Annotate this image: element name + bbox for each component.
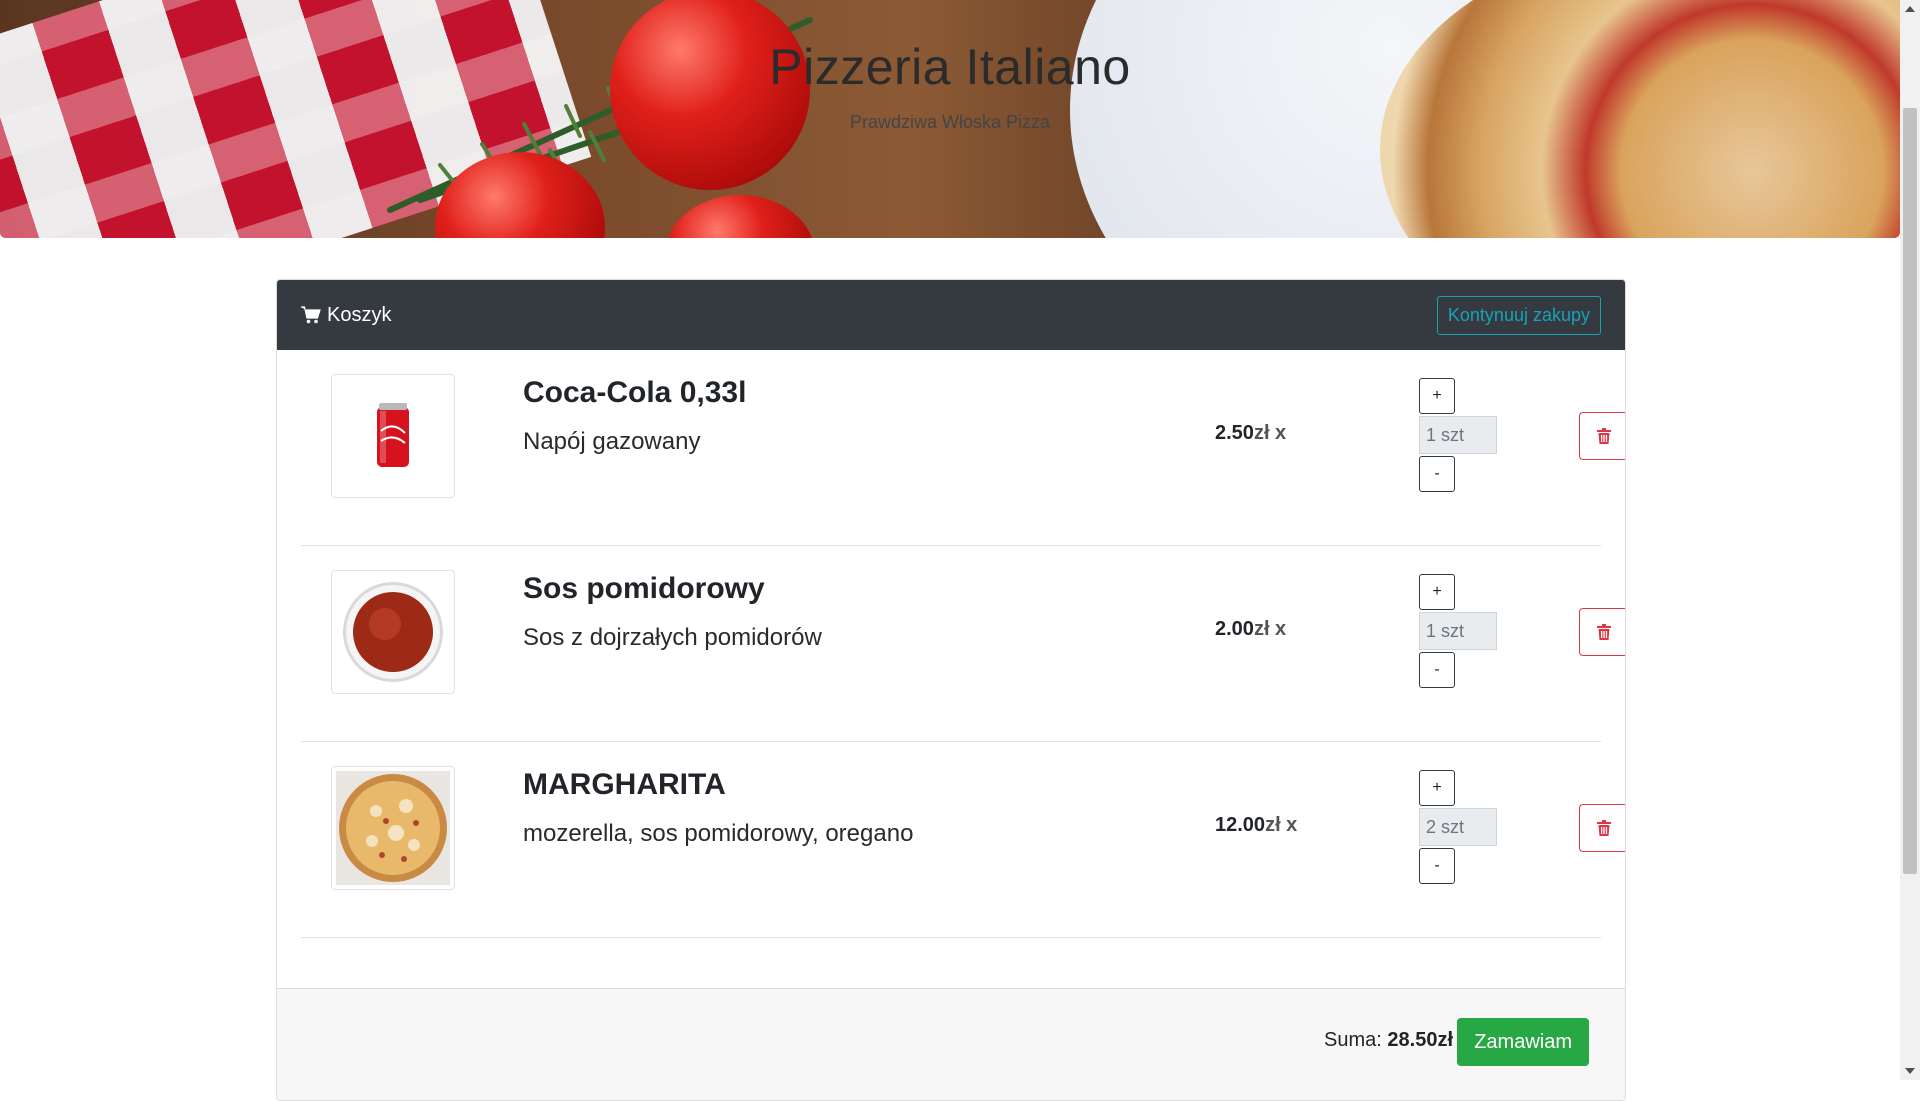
page-scrollbar[interactable] [1900, 0, 1920, 1080]
item-price: 12.00zł x [1215, 814, 1297, 837]
continue-shopping-button[interactable]: Kontynuuj zakupy [1436, 295, 1601, 335]
increase-quantity-button[interactable]: + [1419, 770, 1455, 806]
decrease-quantity-button[interactable]: - [1419, 652, 1455, 688]
item-price-currency: zł x [1253, 422, 1287, 444]
trash-icon [1597, 428, 1611, 444]
delete-item-button[interactable] [1579, 412, 1625, 460]
item-price-currency: zł x [1265, 814, 1298, 836]
site-title: Pizzeria Italiano [769, 39, 1131, 95]
delete-item-button[interactable] [1579, 804, 1625, 852]
cart-title-label: Koszyk [327, 303, 392, 326]
quantity-stepper: + - [1419, 770, 1499, 884]
sauce-bowl-image [331, 570, 455, 694]
decrease-quantity-button[interactable]: - [1419, 848, 1455, 884]
cart-total-label: Suma: [1324, 1029, 1382, 1051]
cola-can-image [331, 374, 455, 498]
item-price-value: 12.00 [1215, 814, 1266, 836]
quantity-stepper: + - [1419, 378, 1499, 492]
cart-card: Koszyk Kontynuuj zakupy Coca-Cola 0,33l … [276, 279, 1626, 1101]
scroll-down-arrow-icon[interactable] [1905, 1068, 1915, 1074]
site-subtitle: Prawdziwa Włoska Pizza [849, 112, 1051, 132]
scrollbar-thumb[interactable] [1903, 108, 1917, 874]
trash-icon [1597, 820, 1611, 836]
item-name: Coca-Cola 0,33l [523, 376, 747, 409]
cart-item: Coca-Cola 0,33l Napój gazowany 2.50zł x … [301, 350, 1625, 546]
cart-header: Koszyk Kontynuuj zakupy [277, 280, 1625, 350]
item-price: 2.00zł x [1215, 618, 1286, 641]
shopping-cart-icon [301, 306, 321, 324]
item-name: MARGHARITA [523, 768, 726, 801]
item-description: Sos z dojrzałych pomidorów [523, 624, 822, 651]
item-description: mozerella, sos pomidorowy, oregano [523, 820, 914, 847]
delete-item-button[interactable] [1579, 608, 1625, 656]
item-description: Napój gazowany [523, 428, 701, 455]
item-name: Sos pomidorowy [523, 572, 765, 605]
cart-title: Koszyk [301, 304, 391, 327]
place-order-button[interactable]: Zamawiam [1457, 1018, 1589, 1066]
cart-footer: Suma: 28.50zł Zamawiam [277, 988, 1625, 1100]
quantity-field[interactable] [1419, 808, 1497, 846]
quantity-field[interactable] [1419, 612, 1497, 650]
hero-banner: Pizzeria Italiano Prawdziwa Włoska Pizza [0, 0, 1900, 238]
cart-total: Suma: 28.50zł [1324, 1029, 1453, 1052]
cart-total-value: 28.50zł [1387, 1029, 1453, 1051]
scroll-up-arrow-icon[interactable] [1905, 6, 1915, 12]
item-price-currency: zł x [1253, 618, 1287, 640]
item-price-value: 2.50 [1215, 422, 1254, 444]
increase-quantity-button[interactable]: + [1419, 574, 1455, 610]
decrease-quantity-button[interactable]: - [1419, 456, 1455, 492]
trash-icon [1597, 624, 1611, 640]
cart-item: MARGHARITA mozerella, sos pomidorowy, or… [301, 742, 1625, 938]
quantity-stepper: + - [1419, 574, 1499, 688]
cart-item: Sos pomidorowy Sos z dojrzałych pomidoró… [301, 546, 1625, 742]
increase-quantity-button[interactable]: + [1419, 378, 1455, 414]
pizza-image [331, 766, 455, 890]
item-price: 2.50zł x [1215, 422, 1286, 445]
quantity-field[interactable] [1419, 416, 1497, 454]
item-price-value: 2.00 [1215, 618, 1254, 640]
